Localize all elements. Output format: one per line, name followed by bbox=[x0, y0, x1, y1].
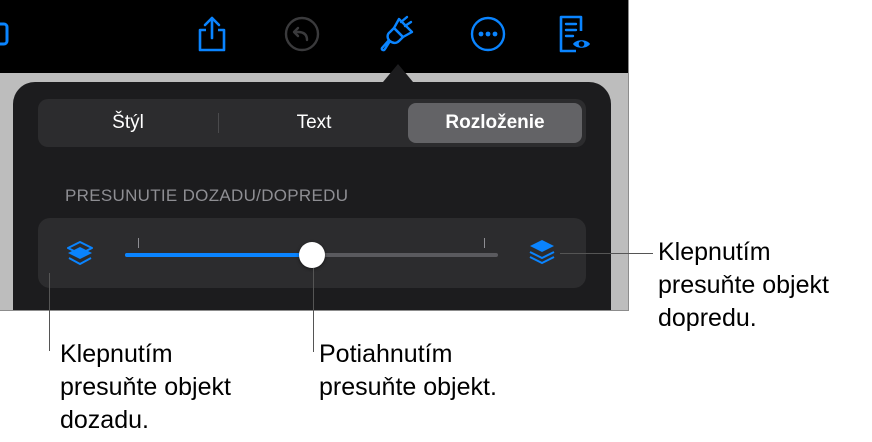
screenshot: Štýl Text Rozloženie PRESUNUTIE DOZADU/D… bbox=[0, 0, 872, 442]
section-title: PRESUNUTIE DOZADU/DOPREDU bbox=[65, 186, 349, 205]
bring-forward-icon[interactable] bbox=[524, 235, 560, 271]
format-popover: Štýl Text Rozloženie PRESUNUTIE DOZADU/D… bbox=[13, 82, 611, 310]
slider-track-fill bbox=[125, 253, 312, 257]
callout-line-front bbox=[560, 253, 653, 254]
popover-arrow bbox=[383, 64, 413, 82]
tab-divider bbox=[218, 113, 219, 133]
format-brush-icon[interactable] bbox=[377, 14, 417, 54]
callout-back: Klepnutím presuňte objekt dozadu. bbox=[60, 340, 231, 434]
callout-line-back bbox=[49, 273, 50, 351]
tab-style[interactable]: Štýl bbox=[42, 103, 214, 143]
format-tabs: Štýl Text Rozloženie bbox=[38, 99, 586, 147]
layer-order-control bbox=[38, 218, 586, 288]
toolbar bbox=[0, 0, 628, 73]
tab-text[interactable]: Text bbox=[224, 103, 404, 143]
reader-view-icon[interactable] bbox=[554, 14, 594, 54]
more-icon[interactable] bbox=[468, 14, 508, 54]
undo-icon[interactable] bbox=[282, 14, 322, 54]
callout-line-drag bbox=[313, 268, 314, 352]
slider-thumb[interactable] bbox=[298, 242, 325, 268]
app-screen: Štýl Text Rozloženie PRESUNUTIE DOZADU/D… bbox=[0, 0, 629, 311]
slider-max-tick bbox=[484, 238, 485, 248]
share-icon[interactable] bbox=[192, 14, 232, 54]
tab-arrange[interactable]: Rozloženie bbox=[408, 103, 582, 143]
callout-drag: Potiahnutím presuňte objekt. bbox=[319, 340, 497, 401]
slider-min-tick bbox=[138, 238, 139, 248]
callout-front: Klepnutím presuňte objekt dopredu. bbox=[658, 238, 829, 332]
partial-toolbar-icon[interactable] bbox=[0, 14, 18, 54]
send-backward-icon[interactable] bbox=[62, 235, 98, 271]
